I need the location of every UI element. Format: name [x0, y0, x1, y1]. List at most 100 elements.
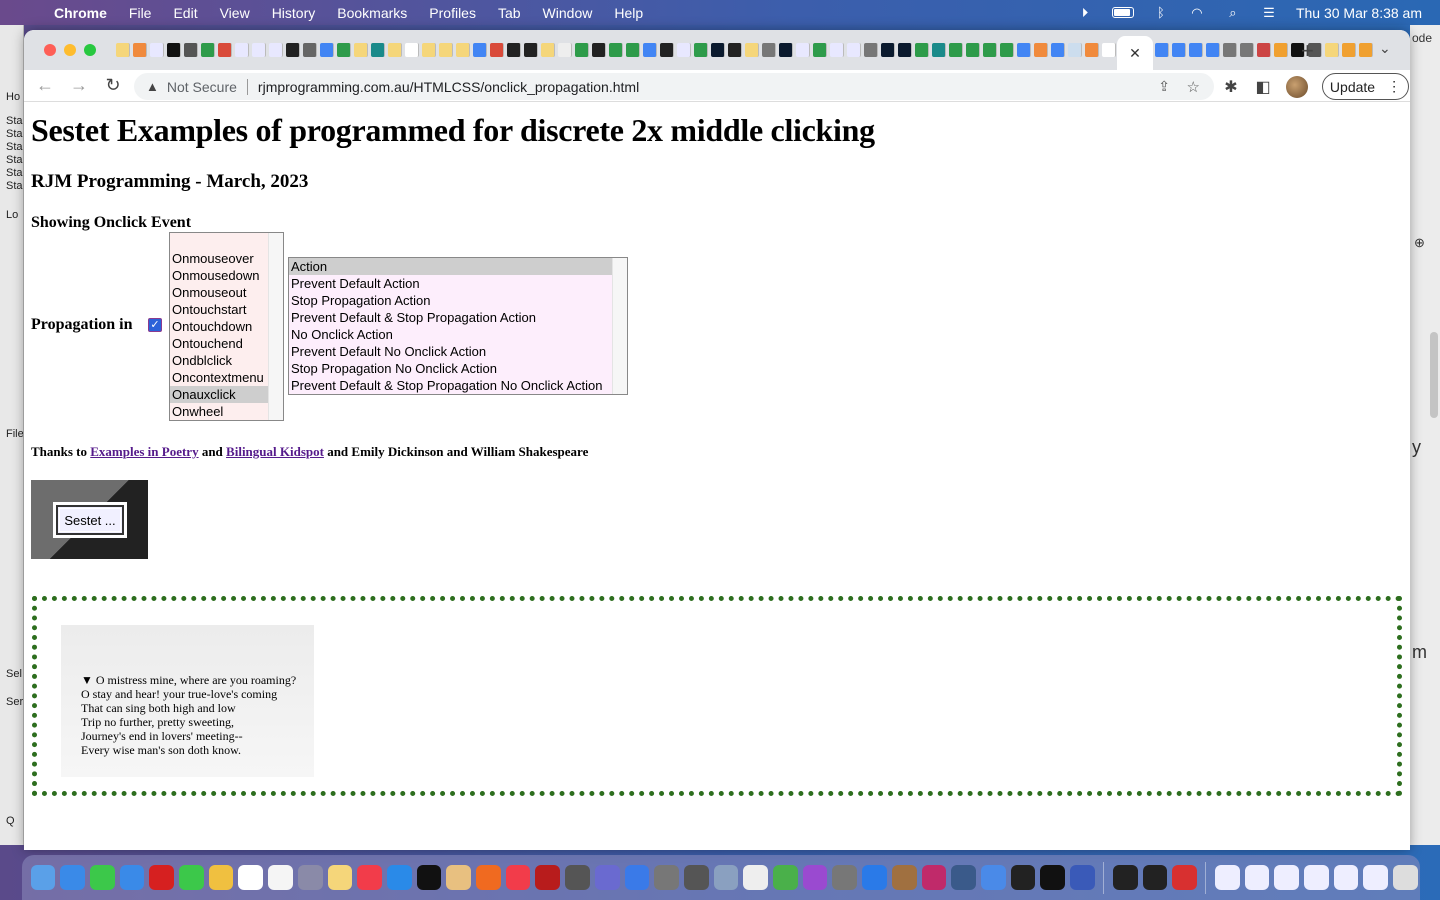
spotlight-search-icon[interactable]: ⌕ — [1224, 5, 1242, 20]
dock-app-icon[interactable] — [30, 865, 56, 890]
share-icon[interactable]: ⇪ — [1158, 78, 1170, 95]
trash-icon[interactable] — [1393, 865, 1418, 890]
dock-app-icon[interactable] — [1142, 865, 1168, 890]
tab-favicon[interactable] — [676, 43, 691, 57]
menu-file[interactable]: File — [129, 5, 152, 21]
event-list-scrollbar[interactable] — [268, 233, 283, 420]
tab-favicon[interactable] — [744, 43, 759, 57]
tab-favicon[interactable] — [1016, 43, 1031, 57]
list-option[interactable]: Onmouseout — [170, 284, 268, 301]
dock-app-icon[interactable] — [802, 865, 828, 890]
menu-window[interactable]: Window — [543, 5, 593, 21]
maximize-window-button[interactable] — [84, 44, 96, 56]
tab-favicon[interactable] — [931, 43, 946, 57]
dock-app-icon[interactable] — [1112, 865, 1138, 890]
dock-app-icon[interactable] — [416, 865, 442, 890]
tab-favicon[interactable] — [149, 43, 164, 57]
dock-minimized-window[interactable] — [1214, 865, 1240, 890]
tab-favicon[interactable] — [1101, 43, 1116, 57]
tab-favicon[interactable] — [1084, 43, 1099, 57]
tab-favicon[interactable] — [761, 43, 776, 57]
tab-favicon[interactable] — [574, 43, 589, 57]
tab-favicon[interactable] — [234, 43, 249, 57]
tab-favicon[interactable] — [319, 43, 334, 57]
tab-favicon[interactable] — [506, 43, 521, 57]
tab-favicon[interactable] — [880, 43, 895, 57]
close-window-button[interactable] — [44, 44, 56, 56]
bilingual-kidspot-link[interactable]: Bilingual Kidspot — [226, 444, 324, 459]
bg-scrollbar[interactable] — [1430, 332, 1438, 418]
dock-app-icon[interactable] — [773, 865, 798, 890]
dock-app-icon[interactable] — [149, 865, 175, 890]
dock-app-icon[interactable] — [357, 865, 382, 890]
back-arrow-icon[interactable]: ← — [32, 75, 58, 96]
tab-favicon[interactable] — [302, 43, 317, 57]
list-option[interactable] — [170, 233, 268, 250]
tab-favicon[interactable] — [1050, 43, 1065, 57]
tab-favicon[interactable] — [693, 43, 708, 57]
bluetooth-icon[interactable]: ᛒ — [1152, 5, 1170, 20]
dock-app-icon[interactable] — [743, 865, 769, 890]
side-panel-icon[interactable]: ◧ — [1254, 77, 1272, 97]
list-option[interactable]: Action — [289, 258, 612, 275]
dock-app-icon[interactable] — [862, 865, 887, 890]
dock-minimized-window[interactable] — [1304, 865, 1329, 890]
tab-favicon[interactable] — [1205, 43, 1220, 57]
dock-app-icon[interactable] — [297, 865, 323, 890]
tab-favicon[interactable] — [285, 43, 300, 57]
list-option[interactable]: Prevent Default No Onclick Action — [289, 343, 612, 360]
tab-favicon[interactable] — [608, 43, 623, 57]
dock-app-icon[interactable] — [208, 865, 234, 890]
list-option[interactable]: Stop Propagation No Onclick Action — [289, 360, 612, 377]
dock-app-icon[interactable] — [119, 865, 145, 890]
tab-favicon[interactable] — [200, 43, 215, 57]
tab-favicon[interactable] — [1358, 43, 1373, 57]
update-button[interactable]: Update ⋮ — [1322, 73, 1409, 100]
dock-app-icon[interactable] — [1070, 865, 1095, 890]
tab-favicon[interactable] — [387, 43, 402, 57]
menu-profiles[interactable]: Profiles — [429, 5, 476, 21]
dock-app-icon[interactable] — [179, 865, 204, 890]
tab-favicon[interactable] — [166, 43, 181, 57]
dock-app-icon[interactable] — [446, 865, 472, 890]
tab-favicon[interactable] — [999, 43, 1014, 57]
tab-favicon[interactable] — [115, 43, 130, 57]
dock-app-icon[interactable] — [535, 865, 561, 890]
tab-favicon[interactable] — [421, 43, 436, 57]
dock-minimized-window[interactable] — [1244, 865, 1270, 890]
dock-app-icon[interactable] — [1172, 865, 1197, 890]
dock-app-icon[interactable] — [1010, 865, 1036, 890]
event-select-list[interactable]: Onmouseover Onmousedown Onmouseout Ontouchs… — [169, 232, 284, 421]
tab-favicon[interactable] — [965, 43, 980, 57]
minimize-window-button[interactable] — [64, 44, 76, 56]
tab-favicon[interactable] — [863, 43, 878, 57]
tab-search-chevron-icon[interactable]: ⌄ — [1379, 40, 1391, 57]
tab-favicon[interactable] — [1273, 43, 1288, 57]
tab-favicon[interactable] — [625, 43, 640, 57]
tab-favicon[interactable] — [1171, 43, 1186, 57]
dock-app-icon[interactable] — [713, 865, 739, 890]
menu-tab[interactable]: Tab — [498, 5, 521, 21]
active-tab[interactable]: ✕ — [1117, 36, 1153, 70]
tab-favicon[interactable] — [217, 43, 232, 57]
dock-minimized-window[interactable] — [1333, 865, 1359, 890]
tab-favicon[interactable] — [523, 43, 538, 57]
dock-app-icon[interactable] — [476, 865, 501, 890]
tab-favicon[interactable] — [948, 43, 963, 57]
battery-icon[interactable] — [1111, 7, 1134, 18]
list-option[interactable]: Onauxclick — [170, 386, 268, 403]
tab-favicon[interactable] — [540, 43, 555, 57]
dock-app-icon[interactable] — [386, 865, 412, 890]
tab-favicon[interactable] — [727, 43, 742, 57]
menu-app-name[interactable]: Chrome — [54, 5, 107, 21]
menu-history[interactable]: History — [272, 5, 316, 21]
dock-app-icon[interactable] — [60, 865, 85, 890]
extensions-puzzle-icon[interactable]: ✱ — [1222, 77, 1240, 97]
tab-favicon[interactable] — [438, 43, 453, 57]
list-option[interactable]: Onwheel — [170, 403, 268, 420]
dock-app-icon[interactable] — [921, 865, 947, 890]
tab-favicon[interactable] — [846, 43, 861, 57]
tab-favicon[interactable] — [1067, 43, 1082, 57]
tab-favicon[interactable] — [472, 43, 487, 57]
bookmark-star-icon[interactable]: ☆ — [1187, 78, 1200, 96]
